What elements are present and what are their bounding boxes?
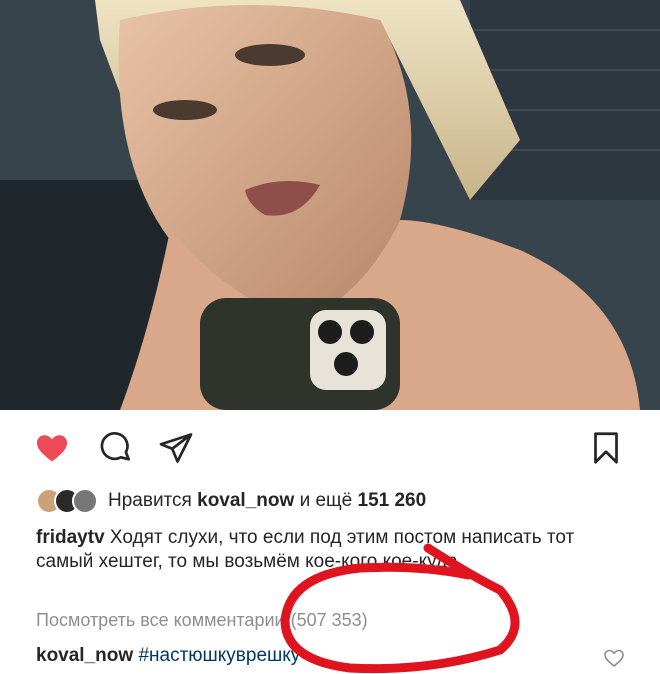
likes-row: Нравится koval_now и ещё 151 260 <box>36 486 426 516</box>
heart-outline-icon[interactable] <box>602 646 626 670</box>
avatar <box>72 488 98 514</box>
heart-filled-icon[interactable] <box>34 430 70 466</box>
comment-hashtag[interactable]: #настюшкуврешку <box>138 645 300 666</box>
post-action-bar <box>0 410 660 480</box>
comment-count: (507 353) <box>290 610 368 630</box>
liker-username[interactable]: koval_now <box>197 490 294 511</box>
caption-text: Ходят слухи, что если под этим постом на… <box>36 527 575 572</box>
likes-text[interactable]: Нравится koval_now и ещё 151 260 <box>108 490 426 512</box>
like-count[interactable]: 151 260 <box>358 490 427 511</box>
view-all-comments-link[interactable]: Посмотреть все комментарии (507 353) <box>36 610 374 631</box>
post-photo[interactable] <box>0 0 660 410</box>
comment-row: koval_now #настюшкуврешку <box>36 645 300 667</box>
view-comments-label: Посмотреть все комментарии <box>36 610 285 630</box>
likes-prefix: Нравится <box>108 490 192 511</box>
bookmark-icon[interactable] <box>588 430 624 466</box>
comment-bubble-icon[interactable] <box>98 430 134 466</box>
paper-plane-icon[interactable] <box>158 430 194 466</box>
liker-avatars[interactable] <box>36 488 98 514</box>
likes-connector: и ещё <box>299 490 353 511</box>
comment-username[interactable]: koval_now <box>36 645 133 666</box>
caption-username[interactable]: fridaytv <box>36 527 105 548</box>
post-caption: fridaytv Ходят слухи, что если под этим … <box>36 526 636 574</box>
